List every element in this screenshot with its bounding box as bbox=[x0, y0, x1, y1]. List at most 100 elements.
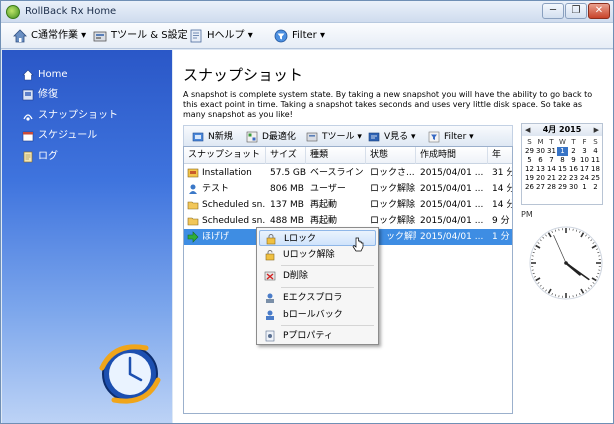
calendar-day[interactable]: 26 bbox=[524, 183, 535, 192]
column-header-size[interactable]: サイズ bbox=[266, 147, 306, 164]
calendar-day[interactable]: 21 bbox=[546, 174, 557, 183]
menu-separator bbox=[281, 287, 374, 288]
column-header-snapshot[interactable]: スナップショット bbox=[184, 147, 266, 164]
calendar-weekday: M bbox=[537, 138, 544, 146]
cell-status: ロックさ... bbox=[370, 168, 415, 178]
calendar-day[interactable]: 27 bbox=[535, 183, 546, 192]
calendar-day[interactable]: 3 bbox=[579, 147, 590, 156]
calendar-day[interactable]: 2 bbox=[590, 183, 601, 192]
schedule-icon bbox=[22, 131, 34, 142]
calendar-day[interactable]: 1 bbox=[579, 183, 590, 192]
menu-item-label: D削除 bbox=[283, 271, 308, 281]
calendar-day[interactable]: 25 bbox=[590, 174, 601, 183]
calendar-day-today[interactable]: 1 bbox=[557, 147, 568, 156]
home-icon bbox=[13, 29, 27, 43]
page-title: スナップショット bbox=[183, 66, 304, 84]
calendar-day[interactable]: 7 bbox=[546, 156, 557, 165]
menu-tools-settings[interactable]: Tツール & S設定 ▾ bbox=[93, 28, 196, 44]
calendar-day[interactable]: 29 bbox=[557, 183, 568, 192]
calendar-day[interactable]: 9 bbox=[568, 156, 579, 165]
calendar-weekday: F bbox=[582, 138, 587, 146]
calendar-day[interactable]: 30 bbox=[568, 183, 579, 192]
table-row[interactable]: Scheduled sn... 137 MB 再起動 ロック解除 2015/04… bbox=[184, 197, 512, 213]
sidebar-item-restore[interactable]: 修復 bbox=[22, 87, 58, 103]
rollback-icon bbox=[266, 310, 274, 320]
restore-button[interactable]: ❐ bbox=[565, 3, 587, 19]
menu-filter[interactable]: Filter ▾ bbox=[274, 28, 325, 44]
calendar-day[interactable]: 15 bbox=[557, 165, 568, 174]
view-dropdown[interactable]: V見る ▾ bbox=[368, 130, 416, 144]
defrag-button[interactable]: D最適化 bbox=[246, 130, 296, 144]
cell-name: テスト bbox=[202, 184, 230, 194]
new-snapshot-button[interactable]: N新規 bbox=[192, 130, 233, 144]
cell-type: ユーザー bbox=[310, 184, 346, 194]
calendar-day[interactable]: 13 bbox=[535, 165, 546, 174]
log-icon bbox=[23, 151, 33, 163]
calendar-day[interactable]: 31 bbox=[546, 147, 557, 156]
calendar-day[interactable]: 30 bbox=[535, 147, 546, 156]
minimize-button[interactable]: ─ bbox=[542, 3, 564, 19]
calendar-day[interactable]: 8 bbox=[557, 156, 568, 165]
menu-normal-tasks[interactable]: C通常作業 ▾ bbox=[13, 28, 86, 44]
calendar-day[interactable]: 2 bbox=[568, 147, 579, 156]
calendar-widget[interactable]: 4月 2015 ◀ ▶ S M T W T F S 29 30 31 1 2 3 4 5 6 7 8 9 10 11 12… bbox=[521, 123, 603, 205]
sidebar-item-schedule[interactable]: スケジュール bbox=[22, 128, 97, 144]
menu-item-delete[interactable]: D削除 bbox=[259, 268, 376, 284]
table-row[interactable]: テスト 806 MB ユーザー ロック解除 2015/04/01 ... 14 … bbox=[184, 181, 513, 197]
menu-help[interactable]: Hヘルプ ▾ bbox=[189, 28, 253, 44]
table-row[interactable]: Installation 57.5 GB ベースライン ロックさ... 2015… bbox=[184, 165, 512, 181]
menu-item-rollback[interactable]: bロールバック bbox=[259, 307, 376, 323]
calendar-day[interactable]: 5 bbox=[524, 156, 535, 165]
sidebar-item-home[interactable]: Home bbox=[22, 67, 68, 83]
analog-clock bbox=[529, 226, 603, 300]
menu-item-properties[interactable]: Pプロパティ bbox=[259, 328, 376, 344]
calendar-day[interactable]: 22 bbox=[557, 174, 568, 183]
sidebar-item-snapshot[interactable]: スナップショット bbox=[22, 108, 118, 124]
calendar-day[interactable]: 23 bbox=[568, 174, 579, 183]
column-header-type[interactable]: 種類 bbox=[306, 147, 366, 164]
calendar-day[interactable]: 4 bbox=[590, 147, 601, 156]
menu-item-label: bロールバック bbox=[283, 310, 343, 320]
calendar-day[interactable]: 28 bbox=[546, 183, 557, 192]
calendar-next-button[interactable]: ▶ bbox=[594, 124, 599, 136]
sidebar-item-label: 修復 bbox=[38, 89, 58, 100]
menu-item-label: Uロック解除 bbox=[283, 250, 335, 260]
cell-size: 806 MB bbox=[270, 184, 304, 194]
calendar-day[interactable]: 11 bbox=[590, 156, 601, 165]
calendar-day[interactable]: 12 bbox=[524, 165, 535, 174]
cell-name: Scheduled sn... bbox=[202, 200, 266, 210]
calendar-day[interactable]: 16 bbox=[568, 165, 579, 174]
snapshot-toolbar: N新規 D最適化 Tツール ▾ V見る ▾ Filter ▾ bbox=[183, 125, 513, 147]
menu-item-explore[interactable]: Eエクスプロラ bbox=[259, 290, 376, 306]
menu-separator bbox=[281, 265, 374, 266]
title-bar[interactable]: RollBack Rx Home ─ ❐ ✕ bbox=[1, 1, 613, 23]
column-header-created[interactable]: 作成時間 bbox=[416, 147, 488, 164]
toolbar-label: Tツール ▾ bbox=[322, 132, 362, 142]
home-icon bbox=[22, 69, 34, 81]
view-icon bbox=[368, 132, 380, 142]
calendar-day[interactable]: 6 bbox=[535, 156, 546, 165]
calendar-prev-button[interactable]: ◀ bbox=[525, 124, 530, 136]
calendar-day[interactable]: 19 bbox=[524, 174, 535, 183]
calendar-day[interactable]: 29 bbox=[524, 147, 535, 156]
cell-type: ベースライン bbox=[310, 168, 364, 178]
tools-dropdown[interactable]: Tツール ▾ bbox=[306, 130, 362, 144]
cell-status: ロック解除 bbox=[370, 184, 416, 194]
calendar-day[interactable]: 14 bbox=[546, 165, 557, 174]
calendar-day[interactable]: 20 bbox=[535, 174, 546, 183]
sidebar-item-log[interactable]: ログ bbox=[22, 149, 58, 165]
column-header-status[interactable]: 状態 bbox=[366, 147, 416, 164]
unlock-icon bbox=[265, 250, 275, 261]
calendar-day[interactable]: 10 bbox=[579, 156, 590, 165]
cell-age: 14 分 bbox=[492, 184, 513, 194]
restore-icon bbox=[22, 89, 34, 101]
close-button[interactable]: ✕ bbox=[588, 3, 610, 19]
calendar-day[interactable]: 17 bbox=[579, 165, 590, 174]
snapshot-icon bbox=[23, 114, 33, 121]
cell-status: ック解除 bbox=[386, 232, 416, 242]
calendar-day[interactable]: 18 bbox=[590, 165, 601, 174]
filter-dropdown[interactable]: Filter ▾ bbox=[428, 130, 474, 144]
main-panel: スナップショット A snapshot is complete system s… bbox=[173, 50, 613, 423]
calendar-day[interactable]: 24 bbox=[579, 174, 590, 183]
column-header-age[interactable]: 年 bbox=[488, 147, 512, 164]
